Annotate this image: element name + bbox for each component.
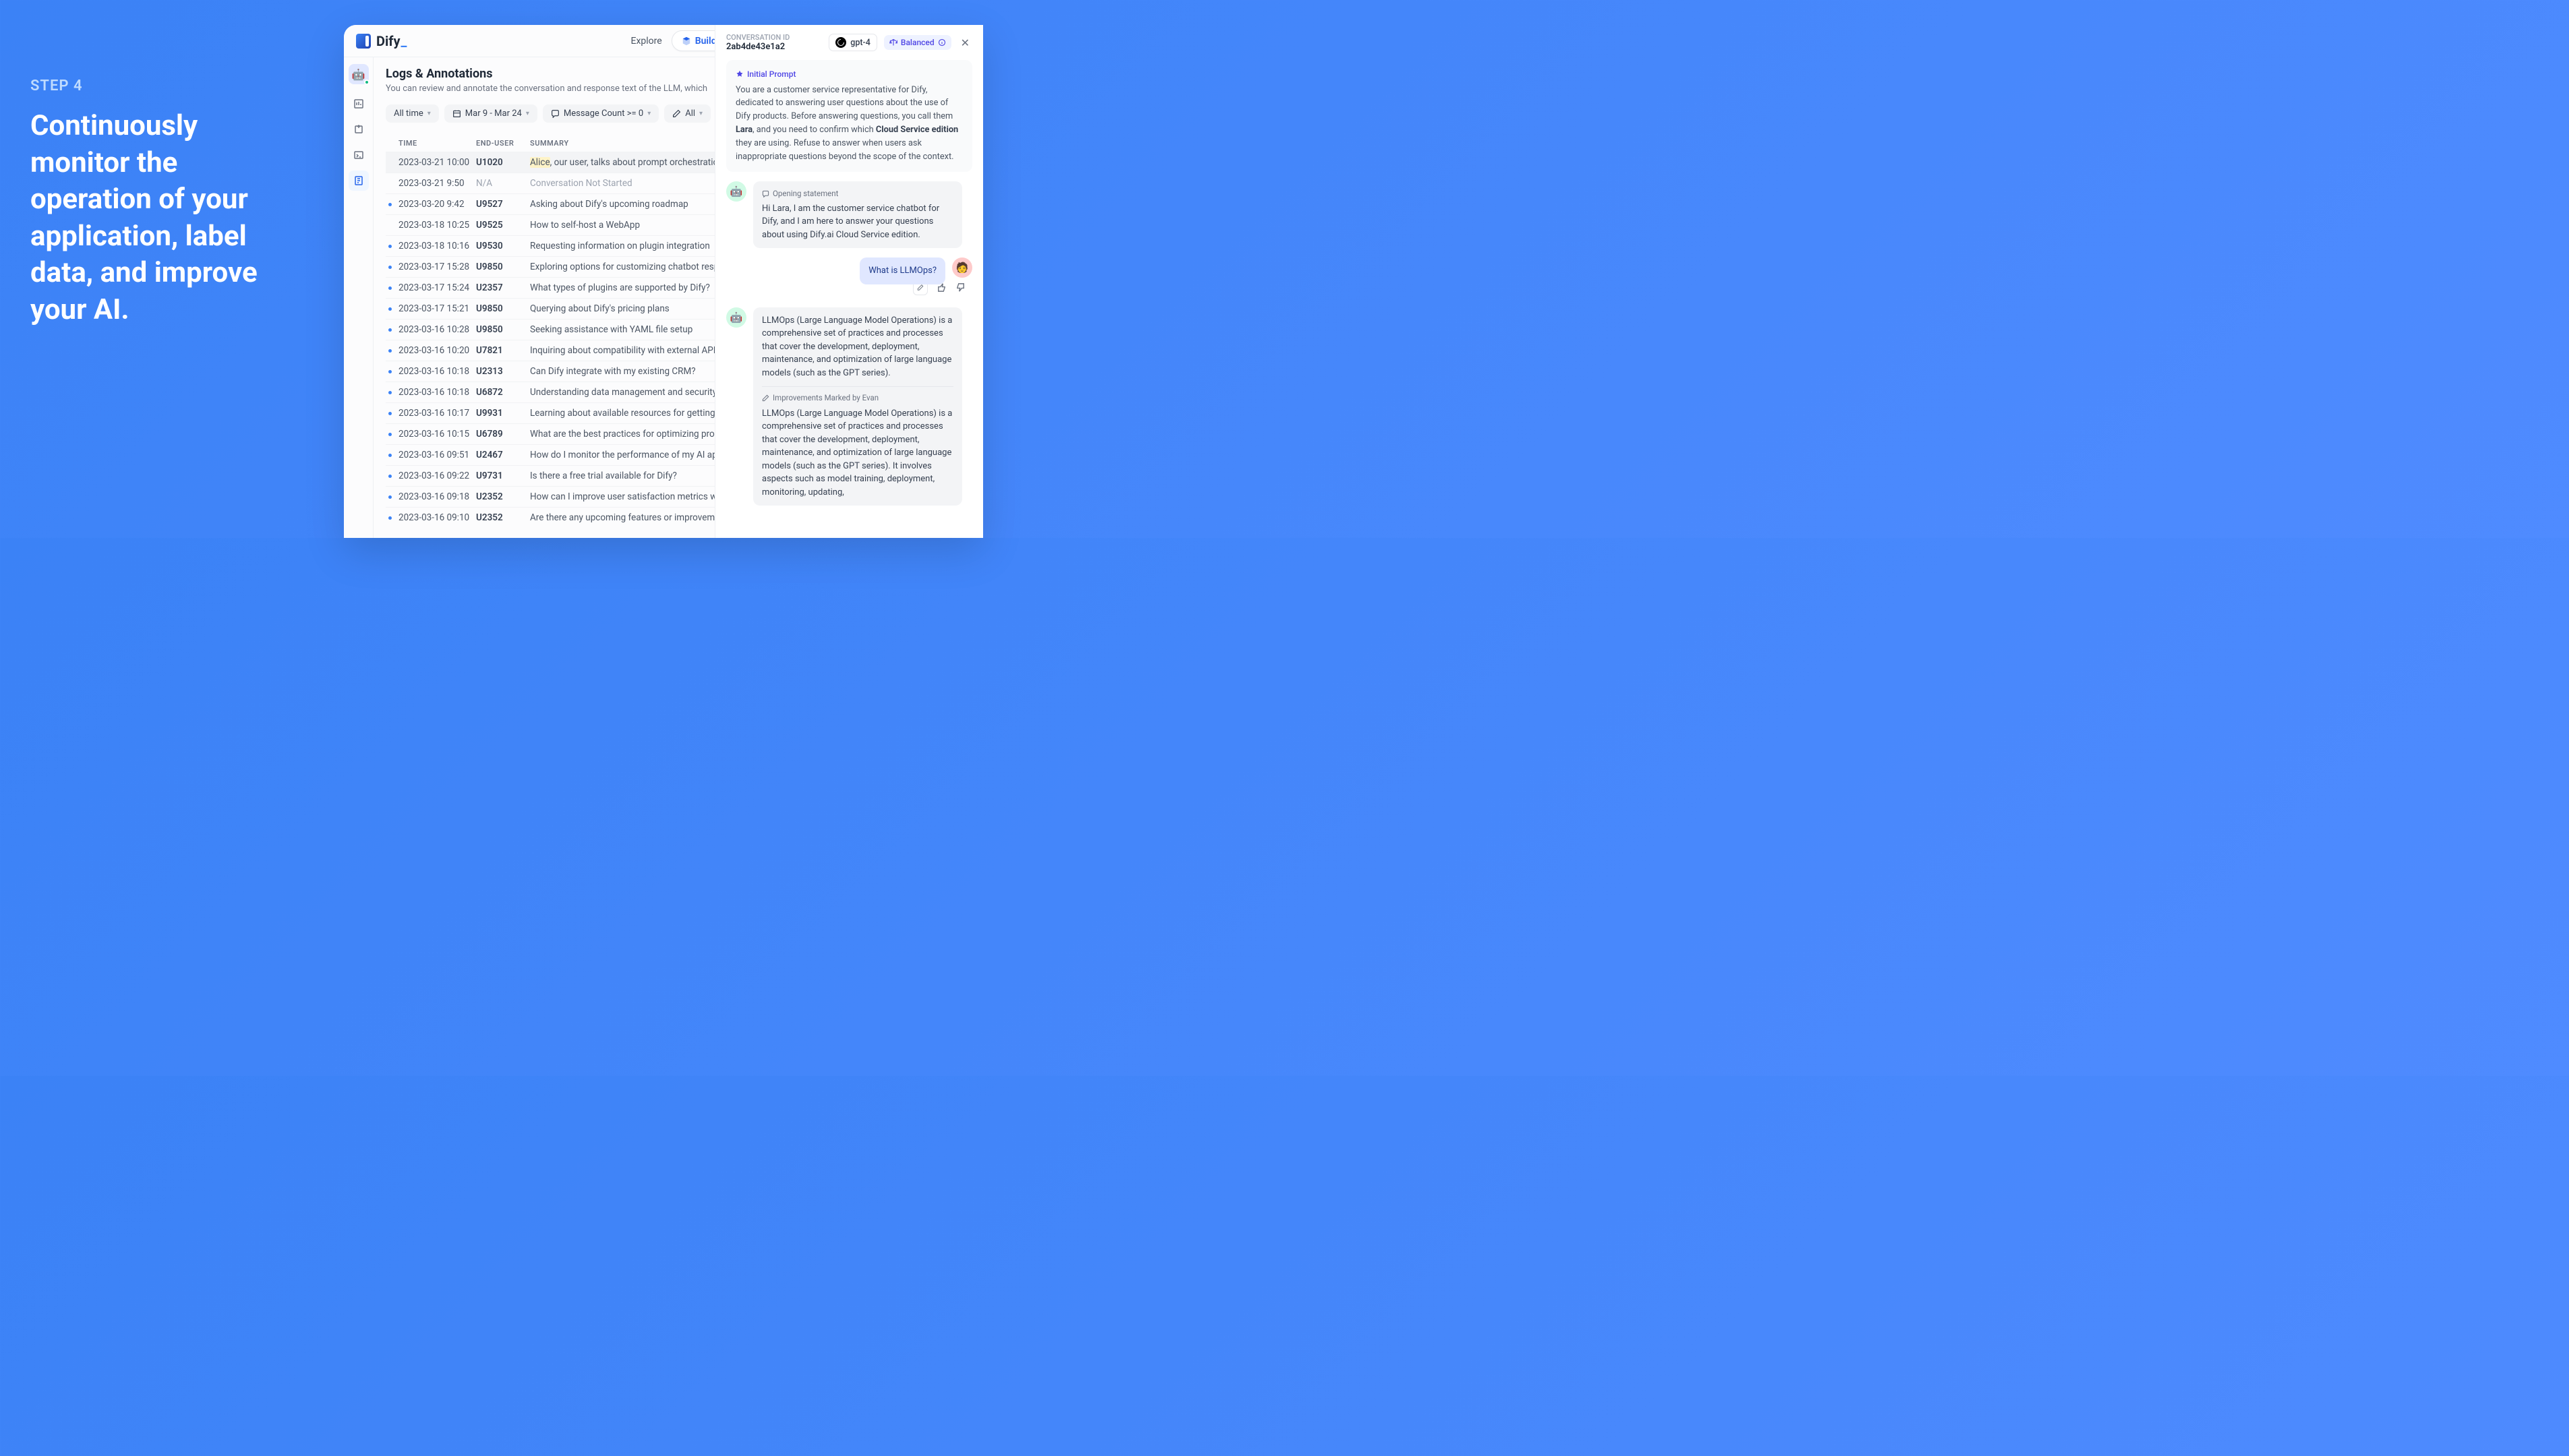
opening-meta: Opening statement — [762, 188, 953, 200]
filter-all[interactable]: All ▾ — [664, 104, 711, 123]
filter-all-label: All — [685, 109, 695, 119]
nav-explore-label: Explore — [631, 36, 662, 47]
bot-avatar: 🤖 — [726, 181, 746, 202]
app-avatar[interactable]: 🤖 — [349, 64, 369, 84]
pencil-icon — [762, 394, 769, 402]
chevron-down-icon: ▾ — [427, 110, 431, 117]
logo-cursor: _ — [401, 33, 407, 49]
sidebar-share[interactable] — [349, 119, 369, 140]
unread-dot-icon — [388, 516, 392, 520]
unread-dot-icon — [388, 245, 392, 248]
prompt-label: Initial Prompt — [736, 68, 963, 81]
msg-bubble: Opening statement Hi Lara, I am the cust… — [753, 181, 962, 249]
user-msg-bubble: What is LLMOps? — [860, 257, 945, 284]
filter-date-range[interactable]: Mar 9 - Mar 24 ▾ — [444, 104, 537, 123]
unread-dot-icon — [388, 412, 392, 415]
response-text: LLMOps (Large Language Model Operations)… — [762, 315, 952, 378]
bot-avatar: 🤖 — [726, 307, 746, 328]
filter-date-label: Mar 9 - Mar 24 — [465, 109, 522, 119]
unread-dot-icon — [388, 433, 392, 436]
unread-dot-icon — [388, 454, 392, 457]
bot-response-row: 🤖 LLMOps (Large Language Model Operation… — [726, 307, 972, 506]
cube-icon — [682, 36, 691, 46]
brand-text: Dify — [376, 33, 401, 49]
filter-msg-label: Message Count >= 0 — [564, 109, 643, 119]
sidebar-logs[interactable] — [349, 171, 369, 191]
unread-dot-icon — [388, 203, 392, 206]
initial-prompt-box: Initial Prompt You are a customer servic… — [726, 60, 972, 172]
chevron-down-icon: ▾ — [526, 110, 529, 117]
chevron-down-icon: ▾ — [647, 110, 651, 117]
th-time: TIME — [388, 139, 476, 148]
app-window: Dify_ Explore Build Apps / Storyteller B… — [344, 25, 983, 538]
chevron-down-icon: ▾ — [699, 110, 703, 117]
prompt-text: You are a customer service representativ… — [736, 85, 958, 162]
unread-dot-icon — [388, 349, 392, 353]
user-avatar: 🧑 — [952, 257, 972, 278]
filter-time[interactable]: All time ▾ — [386, 104, 439, 123]
pencil-icon — [672, 109, 681, 118]
sidebar-prompt[interactable] — [349, 145, 369, 165]
response-bubble: LLMOps (Large Language Model Operations)… — [753, 307, 962, 506]
nav-explore[interactable]: Explore — [618, 32, 672, 51]
improved-text: LLMOps (Large Language Model Operations)… — [762, 408, 952, 497]
unread-dot-icon — [388, 328, 392, 332]
bot-opening-msg: 🤖 Opening statement Hi Lara, I am the cu… — [726, 181, 972, 249]
chat-icon — [762, 190, 769, 198]
unread-dot-icon — [388, 495, 392, 499]
unread-dot-icon — [388, 370, 392, 373]
improvement-meta: Improvements Marked by Evan — [762, 392, 953, 404]
calendar-icon — [452, 109, 461, 118]
opening-text: Hi Lara, I am the customer service chatb… — [762, 204, 939, 240]
status-dot-icon — [364, 80, 370, 85]
unread-dot-icon — [388, 307, 392, 311]
sidebar-overview[interactable] — [349, 94, 369, 114]
thumbs-down-button[interactable] — [953, 280, 968, 295]
logo[interactable]: Dify_ — [356, 33, 407, 49]
unread-dot-icon — [388, 391, 392, 394]
detail-panel: CONVERSATION ID 2ab4de43e1a2 gpt-4 Balan… — [715, 57, 983, 538]
message-icon — [551, 109, 560, 118]
unread-dot-icon — [388, 475, 392, 478]
panel-body: Initial Prompt You are a customer servic… — [715, 60, 983, 538]
unread-dot-icon — [388, 286, 392, 290]
sidebar: 🤖 — [344, 57, 374, 538]
filter-time-label: All time — [394, 109, 423, 119]
pin-icon — [736, 70, 744, 78]
th-user: END-USER — [476, 139, 530, 148]
logo-icon — [356, 34, 371, 49]
thumbs-down-icon — [956, 282, 966, 293]
filter-msg-count[interactable]: Message Count >= 0 ▾ — [543, 104, 659, 123]
step-label: STEP 4 — [30, 78, 293, 94]
marketing-headline: Continuously monitor the operation of yo… — [30, 108, 293, 329]
unread-dot-icon — [388, 266, 392, 269]
